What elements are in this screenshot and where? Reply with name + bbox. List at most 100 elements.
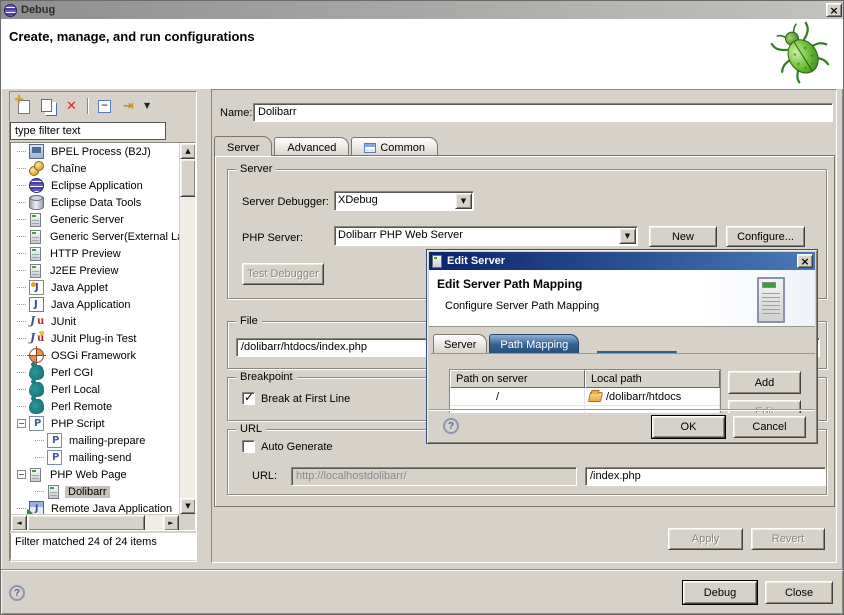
scroll-down-icon[interactable]: ▼ — [180, 498, 196, 514]
scroll-left-icon[interactable]: ◄ — [11, 515, 27, 531]
tree-vertical-scrollbar[interactable]: ▲ ▼ — [179, 143, 195, 514]
tab-server[interactable]: Server — [214, 136, 272, 156]
edit-server-tabs: Server Path Mapping — [433, 334, 581, 353]
tree-connector — [17, 304, 26, 305]
tree-connector — [17, 185, 26, 186]
tree-item-osgi-framework[interactable]: OSGi Framework — [11, 347, 179, 364]
url-path-input[interactable]: /index.php — [585, 467, 826, 486]
window-titlebar[interactable]: Debug × — [1, 1, 844, 19]
add-mapping-button[interactable]: Add — [728, 371, 801, 394]
tree-item-junit-plug-in-test[interactable]: JUnit Plug-in Test — [11, 330, 179, 347]
tree-horizontal-scrollbar[interactable]: ◄ ► — [11, 514, 179, 530]
tree-connector — [35, 491, 44, 492]
configure-server-button[interactable]: Configure... — [726, 226, 805, 247]
horizontal-scroll-thumb[interactable] — [27, 515, 145, 531]
eclipse-app-icon — [4, 4, 17, 17]
tree-item-php-script[interactable]: −PHP Script — [11, 415, 179, 432]
apply-button[interactable]: Apply — [668, 528, 743, 550]
tab-common[interactable]: Common — [351, 137, 438, 156]
name-label: Name: — [220, 107, 252, 119]
dialog-close-button[interactable]: × — [797, 254, 813, 268]
vertical-scroll-thumb[interactable] — [180, 159, 196, 197]
tree-item-remote-java-application[interactable]: Remote Java Application — [11, 500, 179, 514]
close-button[interactable]: Close — [765, 581, 833, 604]
server-debugger-select[interactable]: XDebug ▼ — [334, 191, 474, 211]
cancel-button[interactable]: Cancel — [733, 416, 806, 438]
collapse-expander-icon[interactable]: − — [17, 419, 26, 428]
break-at-first-line-checkbox[interactable]: Break at First Line — [242, 392, 350, 405]
tree-connector — [17, 389, 26, 390]
debug-button[interactable]: Debug — [683, 581, 757, 604]
applet-icon — [29, 280, 44, 295]
tree-item-perl-remote[interactable]: Perl Remote — [11, 398, 179, 415]
tree-item-perl-cgi[interactable]: Perl CGI — [11, 364, 179, 381]
path-mapping-table[interactable]: Path on server Local path //dolibarr/htd… — [449, 369, 721, 413]
toolbar-separator — [87, 98, 89, 114]
test-debugger-button[interactable]: Test Debugger — [242, 263, 324, 285]
php-server-select[interactable]: Dolibarr PHP Web Server ▼ — [334, 226, 638, 246]
server-tower-image — [757, 277, 785, 323]
filter-menu-caret-icon[interactable]: ▼ — [144, 102, 154, 110]
tree-connector — [35, 440, 44, 441]
tab-path-mapping[interactable]: Path Mapping — [489, 334, 579, 353]
tree-connector — [17, 406, 26, 407]
scroll-right-icon[interactable]: ► — [163, 515, 179, 531]
path-mapping-row[interactable]: //dolibarr/htdocs — [450, 388, 720, 406]
new-launch-configuration-icon[interactable] — [15, 98, 32, 114]
tree-item-dolibarr[interactable]: Dolibarr — [11, 483, 179, 500]
tree-item-cha-ne[interactable]: Chaîne — [11, 160, 179, 177]
junitp-icon — [29, 331, 44, 346]
tree-item-php-web-page[interactable]: −PHP Web Page — [11, 466, 179, 483]
dropdown-arrow-icon[interactable]: ▼ — [619, 228, 636, 244]
ok-button[interactable]: OK — [652, 416, 725, 438]
duplicate-configuration-icon[interactable] — [39, 98, 56, 114]
tree-item-generic-server-external-la[interactable]: Generic Server(External La — [11, 228, 179, 245]
column-header-path-on-server[interactable]: Path on server — [450, 370, 585, 388]
breakpoint-group-title: Breakpoint — [236, 371, 297, 383]
scroll-up-icon[interactable]: ▲ — [180, 143, 196, 159]
collapse-expander-icon[interactable]: − — [17, 470, 26, 479]
revert-button[interactable]: Revert — [751, 528, 825, 550]
tree-item-mailing-send[interactable]: mailing-send — [11, 449, 179, 466]
tree-item-mailing-prepare[interactable]: mailing-prepare — [11, 432, 179, 449]
help-icon[interactable]: ? — [9, 585, 25, 601]
perl-icon — [29, 382, 44, 397]
server-icon — [48, 485, 59, 499]
tree-item-j2ee-preview[interactable]: J2EE Preview — [11, 262, 179, 279]
window-close-button[interactable]: × — [826, 3, 842, 17]
tree-item-eclipse-data-tools[interactable]: Eclipse Data Tools — [11, 194, 179, 211]
window-title: Debug — [21, 4, 55, 16]
filter-configurations-icon[interactable]: ⇥ — [120, 98, 137, 114]
checkbox-unchecked-icon[interactable] — [242, 440, 255, 453]
collapse-all-icon[interactable] — [96, 98, 113, 114]
tree-item-bpel-process-b2j[interactable]: BPEL Process (B2J) — [11, 143, 179, 160]
rjava-icon — [29, 501, 44, 514]
tree-connector — [17, 202, 26, 203]
checkbox-checked-icon[interactable] — [242, 392, 255, 405]
tree-item-java-applet[interactable]: Java Applet — [11, 279, 179, 296]
chain-icon — [29, 161, 44, 176]
delete-configuration-icon[interactable]: ✕ — [63, 98, 80, 114]
dropdown-arrow-icon[interactable]: ▼ — [455, 193, 472, 209]
tree-item-java-application[interactable]: Java Application — [11, 296, 179, 313]
auto-generate-checkbox[interactable]: Auto Generate — [242, 440, 333, 453]
tab-server-settings[interactable]: Server — [433, 334, 487, 353]
tree-connector — [17, 219, 26, 220]
column-header-local-path[interactable]: Local path — [585, 370, 720, 388]
tree-item-perl-local[interactable]: Perl Local — [11, 381, 179, 398]
configuration-tree: BPEL Process (B2J)ChaîneEclipse Applicat… — [10, 142, 196, 531]
tree-item-junit[interactable]: JUnit — [11, 313, 179, 330]
name-input[interactable]: Dolibarr — [253, 103, 833, 122]
new-server-button[interactable]: New — [649, 226, 717, 247]
scrollbar-corner — [179, 514, 195, 530]
tree-item-http-preview[interactable]: HTTP Preview — [11, 245, 179, 262]
dialog-help-icon[interactable]: ? — [443, 418, 459, 434]
edit-server-titlebar[interactable]: Edit Server × — [429, 252, 815, 270]
type-filter-input[interactable]: type filter text — [10, 122, 166, 140]
tree-item-eclipse-application[interactable]: Eclipse Application — [11, 177, 179, 194]
configurations-sidebar: ✕ ⇥ ▼ type filter text BPEL Process (B2J… — [9, 91, 197, 562]
tree-item-generic-server[interactable]: Generic Server — [11, 211, 179, 228]
banner-title: Create, manage, and run configurations — [9, 29, 255, 44]
server-icon — [30, 468, 41, 482]
tab-advanced[interactable]: Advanced — [274, 137, 349, 156]
